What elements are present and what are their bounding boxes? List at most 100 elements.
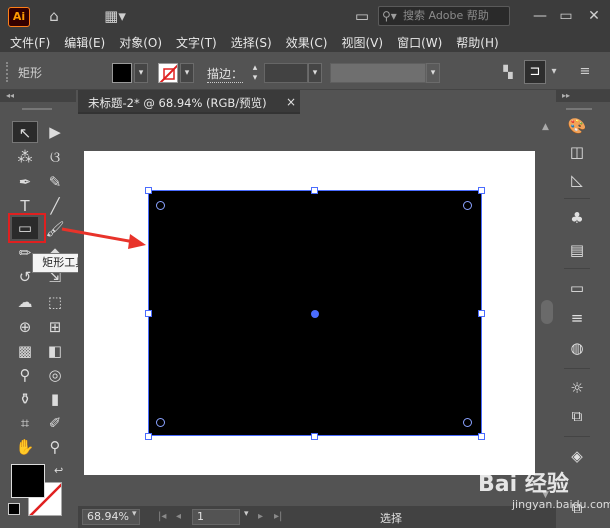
free-transform-tool[interactable]: ⬚ (42, 291, 68, 313)
center-point-icon[interactable] (311, 310, 319, 318)
blend-tool[interactable]: ◎ (42, 364, 68, 386)
eyedropper-icon: ⚲ (19, 366, 31, 384)
stroke-stepper[interactable]: ▴ ▾ (248, 63, 262, 83)
last-artboard-icon[interactable]: ▸| (274, 509, 282, 525)
handle-top-right[interactable] (478, 187, 485, 194)
direct-selection-tool[interactable]: ▶ (42, 121, 68, 143)
perspective-grid-tool[interactable]: ⊞ (42, 316, 68, 338)
minimize-icon[interactable]: — (530, 6, 550, 26)
panel-menu-icon[interactable]: ≡ (574, 62, 596, 82)
curvature-tool[interactable]: ✎ (42, 171, 68, 193)
fill-swatch-toolbar[interactable] (11, 464, 45, 498)
menu-help[interactable]: 帮助(H) (456, 34, 498, 51)
handle-top-center[interactable] (311, 187, 318, 194)
menu-view[interactable]: 视图(V) (341, 34, 383, 51)
artboard-tool[interactable]: ⌗ (12, 412, 38, 434)
menu-object[interactable]: 对象(O) (119, 34, 162, 51)
home-icon[interactable]: ⌂ (44, 6, 64, 26)
arrange-documents-icon[interactable]: ▭ (352, 6, 372, 26)
graphic-styles-panel-button[interactable]: ⧉ (564, 404, 590, 428)
selection-tool[interactable]: ↖ (12, 121, 38, 143)
previous-artboard-icon[interactable]: ◂ (176, 509, 181, 525)
swatches-icon: ◺ (571, 171, 583, 189)
gradient-panel-button[interactable]: ▭ (564, 276, 590, 300)
shape-builder-tool[interactable]: ⊕ (12, 316, 38, 338)
maximize-icon[interactable]: ▭ (556, 6, 576, 26)
lasso-tool[interactable]: ଓ (42, 146, 68, 168)
vertical-scroll-thumb[interactable] (541, 300, 553, 324)
eyedropper-tool[interactable]: ⚲ (12, 364, 38, 386)
no-stroke-icon (159, 64, 177, 82)
control-bar-grip[interactable] (6, 62, 10, 82)
menu-type[interactable]: 文字(T) (176, 34, 217, 51)
swatches-panel-button[interactable]: ▤ (564, 238, 590, 262)
handle-top-left[interactable] (145, 187, 152, 194)
magic-wand-tool[interactable]: ⁂ (12, 146, 38, 168)
swap-colors-icon[interactable]: ↩ (54, 464, 63, 477)
corner-widget-bottom-left[interactable] (156, 418, 165, 427)
status-text[interactable]: 选择 (380, 510, 402, 526)
pen-tool[interactable]: ✒ (12, 171, 38, 193)
color-panel-button[interactable]: 🎨 (564, 114, 590, 138)
color-guide-panel-button[interactable]: ◫ (564, 140, 590, 164)
corner-widget-bottom-right[interactable] (463, 418, 472, 427)
transform-dropdown-icon[interactable]: ▾ (548, 62, 560, 82)
menu-file[interactable]: 文件(F) (10, 34, 50, 51)
column-graph-tool[interactable]: ▮ (42, 388, 68, 410)
style-dropdown-icon[interactable]: ▾ (426, 63, 440, 83)
handle-bottom-right[interactable] (478, 433, 485, 440)
handle-bottom-center[interactable] (311, 433, 318, 440)
workspace-switcher-icon[interactable]: ▦▾ (100, 6, 130, 26)
baidu-watermark: Bai 经验 (478, 472, 569, 497)
warp-tool[interactable]: ☁ (12, 291, 38, 313)
mesh-icon: ▩ (17, 342, 33, 360)
color-themes-panel-button[interactable]: ◺ (564, 168, 590, 192)
next-artboard-icon[interactable]: ▸ (258, 509, 263, 525)
mesh-tool[interactable]: ▩ (12, 340, 38, 362)
stroke-panel-icon: ≡ (570, 309, 584, 327)
stroke-color-swatch[interactable] (158, 63, 178, 83)
zoom-tool[interactable]: ⚲ (42, 436, 68, 458)
fill-dropdown-icon[interactable]: ▾ (134, 63, 148, 83)
artboard-number-field[interactable]: 1 (192, 509, 240, 525)
menu-edit[interactable]: 编辑(E) (64, 34, 105, 51)
handle-bottom-left[interactable] (145, 433, 152, 440)
zoom-dropdown-icon[interactable]: ▾ (132, 509, 137, 519)
first-artboard-icon[interactable]: |◂ (158, 509, 166, 525)
menu-window[interactable]: 窗口(W) (397, 34, 442, 51)
stroke-panel-button[interactable]: ≡ (564, 306, 590, 330)
artboard-dropdown-icon[interactable]: ▾ (244, 509, 249, 519)
close-icon[interactable]: ✕ (584, 6, 604, 26)
right-dock-collapse-strip[interactable]: ▸▸ (556, 90, 610, 102)
corner-widget-top-left[interactable] (156, 201, 165, 210)
stroke-weight-field[interactable] (264, 63, 308, 83)
gradient-tool[interactable]: ◧ (42, 340, 68, 362)
align-grid-icon[interactable]: ▚ (500, 62, 516, 82)
document-close-icon[interactable]: × (286, 95, 296, 109)
fill-color-swatch[interactable] (112, 63, 132, 83)
variable-width-field[interactable] (330, 63, 426, 83)
scroll-up-icon[interactable]: ▲ (542, 122, 549, 132)
symbol-sprayer-tool[interactable]: ⚱ (12, 388, 38, 410)
transform-icon[interactable]: ⊐ (524, 60, 546, 84)
corner-widget-top-right[interactable] (463, 201, 472, 210)
dock-grip[interactable] (566, 108, 592, 110)
document-tab-title[interactable]: 未标题-2* @ 68.94% (RGB/预览) (88, 95, 267, 111)
stroke-dropdown-icon[interactable]: ▾ (180, 63, 194, 83)
handle-middle-left[interactable] (145, 310, 152, 317)
stroke-label[interactable]: 描边： (207, 65, 244, 83)
stroke-weight-dropdown-icon[interactable]: ▾ (308, 63, 322, 83)
rectangle-tool[interactable]: ▭ (12, 217, 38, 239)
default-colors-icon[interactable] (8, 503, 20, 515)
symbols-panel-button[interactable]: ♣ (564, 206, 590, 230)
menu-select[interactable]: 选择(S) (231, 34, 272, 51)
menu-effect[interactable]: 效果(C) (286, 34, 328, 51)
layers-panel-button[interactable]: ◈ (564, 444, 590, 468)
appearance-panel-button[interactable]: ☼ (564, 376, 590, 400)
slice-tool[interactable]: ✐ (42, 412, 68, 434)
handle-middle-right[interactable] (478, 310, 485, 317)
toolbar-collapse-strip[interactable]: ◂◂ (0, 90, 76, 102)
toolbar-grip[interactable] (22, 108, 52, 110)
hand-tool[interactable]: ✋ (12, 436, 38, 458)
transparency-panel-button[interactable]: ◍ (564, 336, 590, 360)
